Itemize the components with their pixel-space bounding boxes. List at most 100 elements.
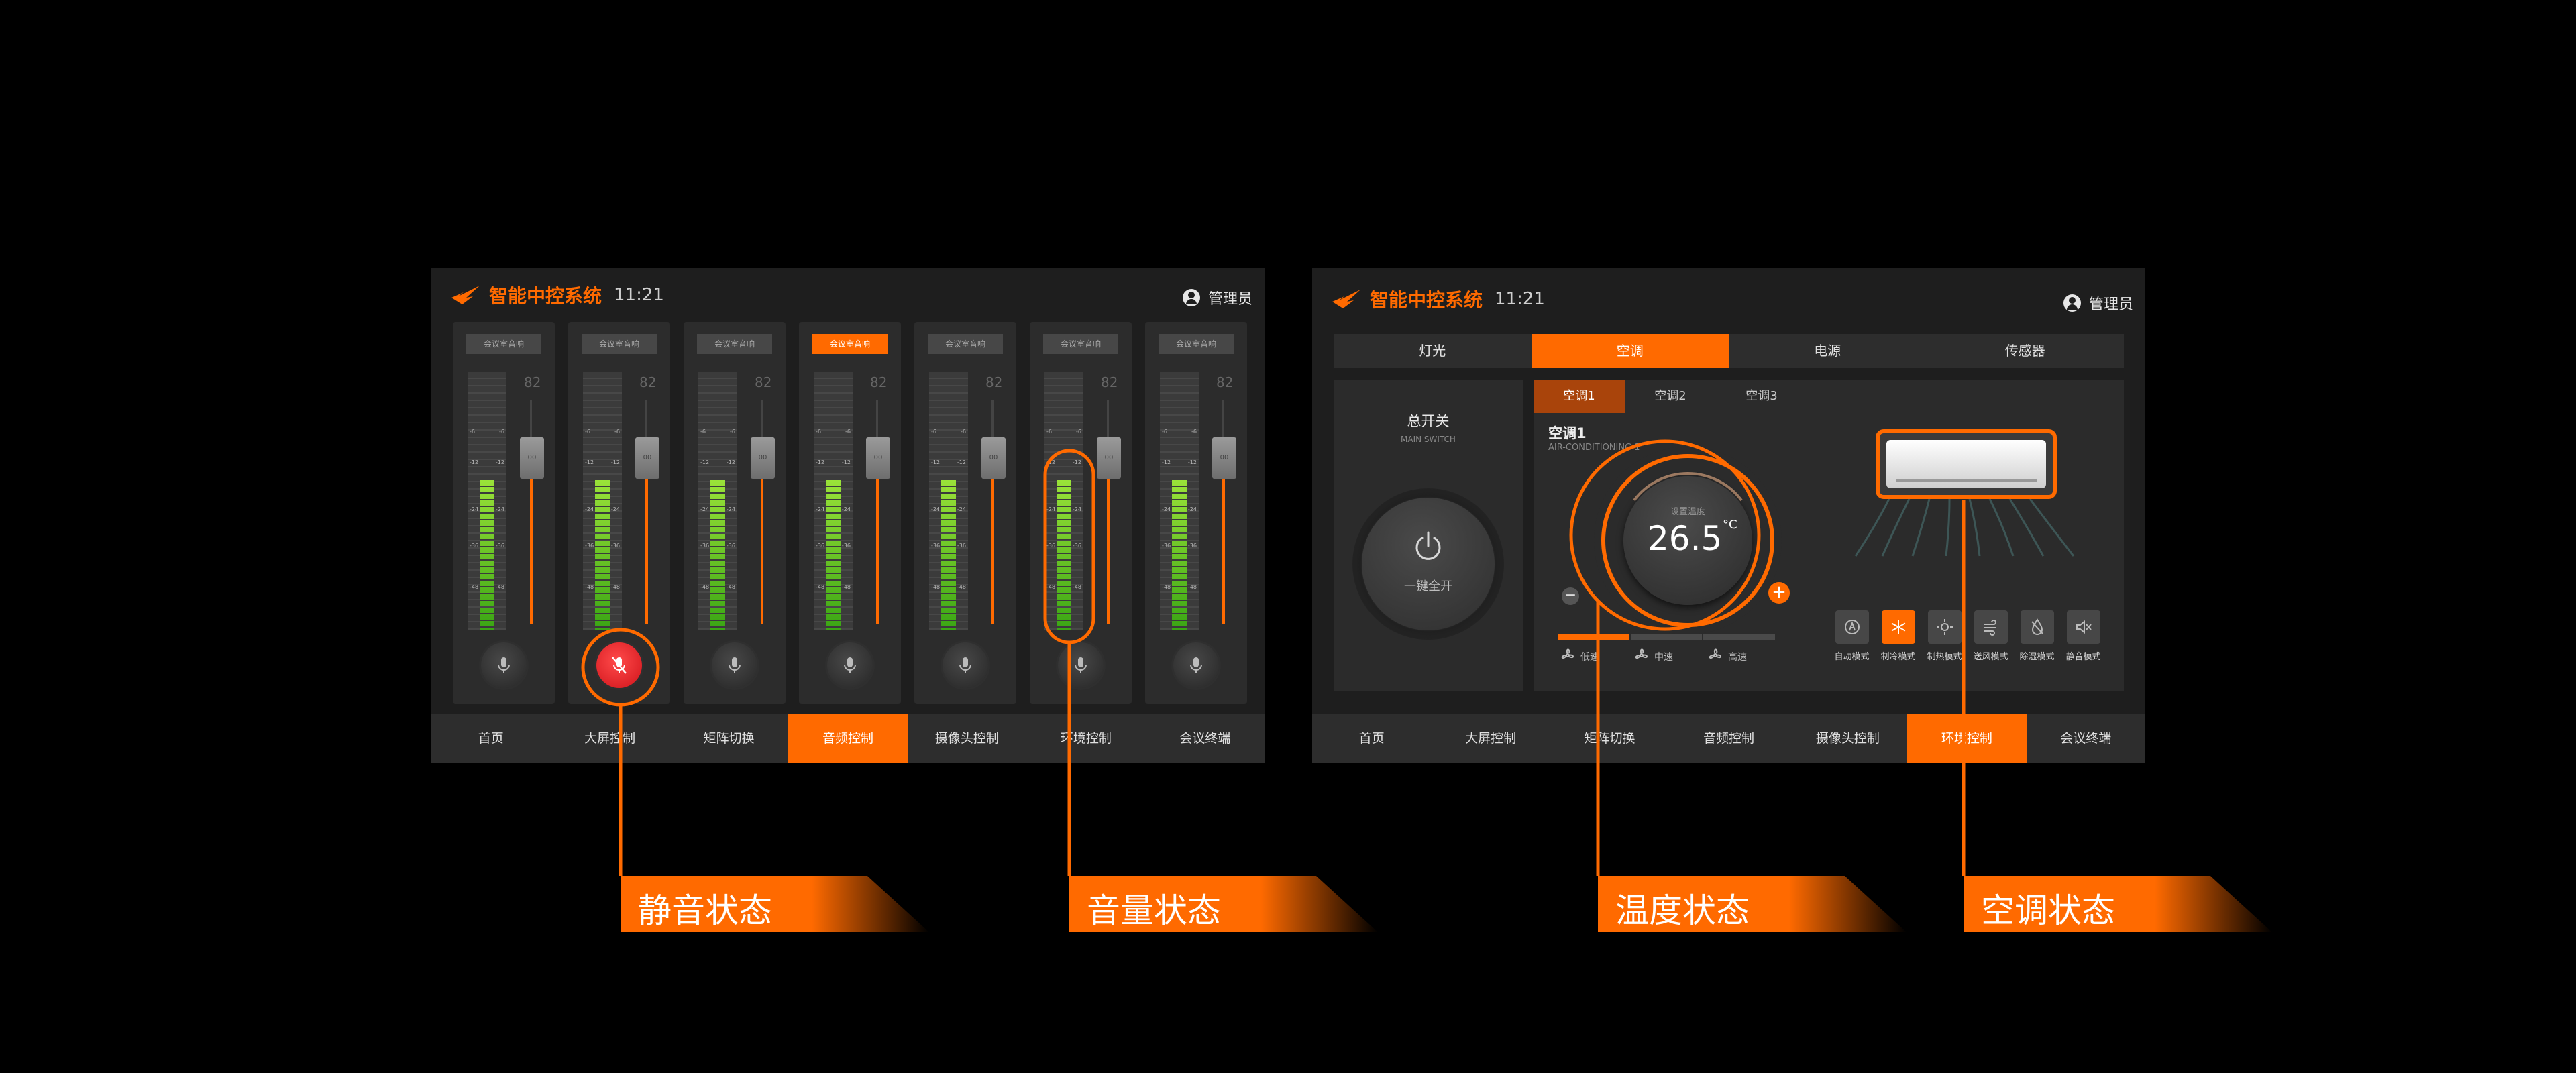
channel-label-button[interactable]: 会议室音响	[928, 334, 1003, 354]
meter-mark-label: -6	[845, 428, 851, 435]
mic-muted-button[interactable]	[596, 642, 642, 688]
fader-fill	[761, 456, 763, 624]
fader-knob[interactable]: 00	[520, 437, 544, 479]
ac-mode[interactable]: 送风模式	[1968, 610, 2014, 662]
fan-speed-option[interactable]: 高速	[1707, 646, 1780, 667]
fader-knob[interactable]: 00	[866, 437, 890, 479]
temperature-value: 26.5	[1648, 519, 1723, 558]
fader-knob[interactable]: 00	[635, 437, 659, 479]
meter-mark-label: -6	[1076, 428, 1081, 435]
nav-item[interactable]: 环境控制	[1907, 714, 2027, 763]
meter-mark-label: -36	[1162, 542, 1171, 549]
meter-mark-label: -48	[1072, 583, 1081, 590]
ac-tab[interactable]: 空调1	[1534, 380, 1625, 413]
user-name: 管理员	[1208, 291, 1252, 308]
ac-mode-button[interactable]	[1835, 610, 1869, 644]
ac-mode[interactable]: 制热模式	[1921, 610, 1968, 662]
ac-tab[interactable]: 空调3	[1716, 380, 1807, 413]
mic-button[interactable]	[827, 642, 873, 688]
meter-mark-label: -48	[726, 583, 735, 590]
channel-label-button[interactable]: 会议室音响	[582, 334, 657, 354]
nav-item[interactable]: 摄像头控制	[908, 714, 1026, 763]
volume-level-fill	[826, 480, 841, 630]
fan-speed-label: 中速	[1654, 652, 1673, 663]
nav-item[interactable]: 大屏控制	[1431, 714, 1550, 763]
user-menu[interactable]: 管理员	[2063, 292, 2133, 314]
env-tabs: 灯光 空调 电源 传感器	[1334, 334, 2124, 368]
header: 智能中控系统 11:21 管理员	[1312, 268, 2145, 322]
fader-knob[interactable]: 00	[751, 437, 775, 479]
channel-label-button[interactable]: 会议室音响	[697, 334, 772, 354]
env-tab[interactable]: 电源	[1729, 334, 1927, 368]
fan-speed-option[interactable]: 中速	[1633, 646, 1707, 667]
nav-item[interactable]: 音频控制	[1669, 714, 1788, 763]
nav-item[interactable]: 摄像头控制	[1788, 714, 1907, 763]
nav-item[interactable]: 矩阵切换	[1550, 714, 1669, 763]
ac-tab[interactable]: 空调2	[1625, 380, 1716, 413]
fan-icon	[1707, 646, 1728, 667]
ac-mode-button[interactable]	[1881, 610, 1915, 644]
ac-mode-button[interactable]	[1974, 610, 2008, 644]
nav-item[interactable]: 大屏控制	[550, 714, 669, 763]
nav-item[interactable]: 首页	[1312, 714, 1431, 763]
meter-mark-label: -36	[1187, 542, 1197, 549]
mic-button[interactable]	[712, 642, 757, 688]
nav-item[interactable]: 环境控制	[1026, 714, 1145, 763]
meter-mark-label: -48	[816, 583, 825, 590]
env-tab[interactable]: 灯光	[1334, 334, 1532, 368]
mic-button[interactable]	[481, 642, 527, 688]
channel-label-button[interactable]: 会议室音响	[1159, 334, 1234, 354]
fader-value: 82	[870, 374, 888, 390]
env-tab[interactable]: 传感器	[1927, 334, 2125, 368]
ac-mode[interactable]: 自动模式	[1829, 610, 1875, 662]
ac-mode[interactable]: 除湿模式	[2014, 610, 2060, 662]
volume-level-fill	[1057, 480, 1071, 630]
fader-value: 82	[755, 374, 772, 390]
fan-speed-bar[interactable]	[1558, 634, 1777, 640]
user-menu[interactable]: 管理员	[1182, 287, 1252, 308]
ac-mode[interactable]: 制冷模式	[1875, 610, 1921, 662]
volume-meter: -6 -6 -12 -12 -24 -24 -36 -36 -48 -48	[1160, 372, 1199, 630]
volume-meter: -6 -6 -12 -12 -24 -24 -36 -36 -48 -48	[698, 372, 737, 630]
fader-fill	[1222, 456, 1225, 624]
channel-strip: 会议室音响 -6 -6 -12 -12 -24 -24 -36 -36 -48 -48 82 00	[1145, 322, 1247, 704]
volume-meter: -6 -6 -12 -12 -24 -24 -36 -36 -48 -48	[929, 372, 968, 630]
ac-tabs: 空调1 空调2 空调3	[1534, 380, 1807, 413]
nav-item[interactable]: 音频控制	[788, 714, 908, 763]
channel-label-button[interactable]: 会议室音响	[466, 334, 541, 354]
nav-item[interactable]: 会议终端	[1146, 714, 1265, 763]
mic-button[interactable]	[943, 642, 988, 688]
ac-mode-label: 送风模式	[1973, 652, 2008, 662]
meter-mark-label: -36	[470, 542, 479, 549]
header: 智能中控系统 11:21 管理员	[431, 268, 1265, 322]
volume-meter: -6 -6 -12 -12 -24 -24 -36 -36 -48 -48	[583, 372, 622, 630]
nav-item[interactable]: 会议终端	[2027, 714, 2145, 763]
nav-item[interactable]: 首页	[431, 714, 550, 763]
ac-mode[interactable]: 静音模式	[2060, 610, 2106, 662]
mic-button[interactable]	[1173, 642, 1219, 688]
user-icon	[1182, 289, 1200, 306]
channel-label-button[interactable]: 会议室音响	[1043, 334, 1118, 354]
meter-mark-label: -36	[1072, 542, 1081, 549]
ac-mode-label: 制热模式	[1927, 652, 1962, 662]
fan-speed-option[interactable]: 低速	[1559, 646, 1633, 667]
fader-fill	[645, 456, 648, 624]
mic-button[interactable]	[1058, 642, 1104, 688]
fader-knob[interactable]: 00	[1212, 437, 1236, 479]
volume-meter: -6 -6 -12 -12 -24 -24 -36 -36 -48 -48	[814, 372, 853, 630]
ac-mode-button[interactable]	[2020, 610, 2054, 644]
channel-label-button[interactable]: 会议室音响	[812, 334, 888, 354]
nav-item[interactable]: 矩阵切换	[669, 714, 788, 763]
meter-mark-label: -48	[931, 583, 941, 590]
temperature-decrease-button[interactable]: −	[1562, 587, 1579, 605]
fader-knob[interactable]: 00	[1097, 437, 1121, 479]
power-button[interactable]: 一键全开	[1362, 498, 1495, 630]
ac-mode-button[interactable]	[1927, 610, 1962, 644]
fader-knob[interactable]: 00	[981, 437, 1006, 479]
temperature-increase-button[interactable]: +	[1768, 582, 1790, 604]
temperature-dial[interactable]: 设置温度 26.5 °C	[1594, 447, 1782, 634]
fader-value: 82	[1101, 374, 1118, 390]
env-tab[interactable]: 空调	[1531, 334, 1729, 368]
ac-mode-button[interactable]	[2066, 610, 2100, 644]
meter-mark-label: -12	[957, 459, 966, 466]
